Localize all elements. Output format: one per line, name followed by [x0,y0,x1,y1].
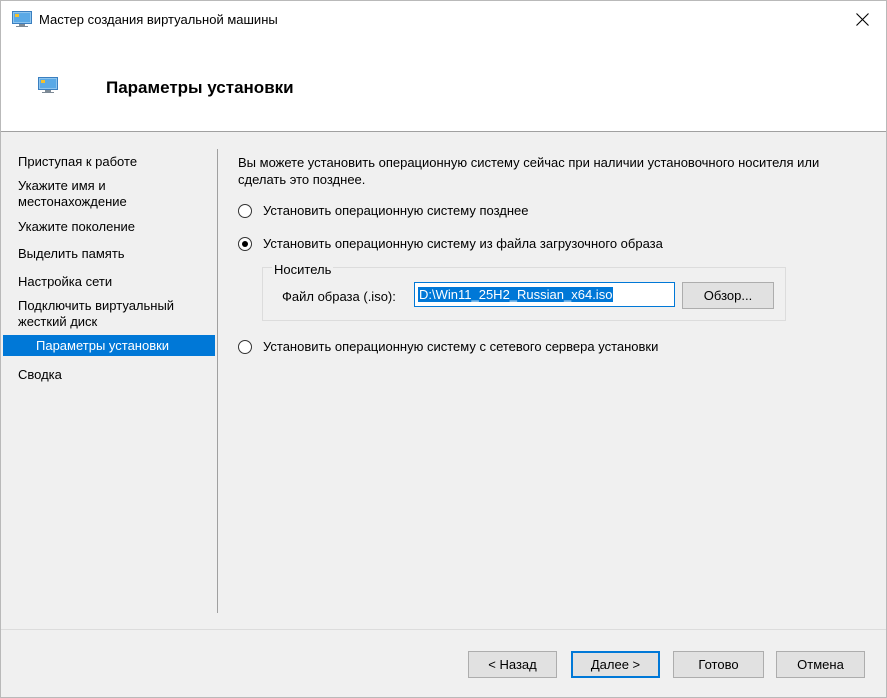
radio-button[interactable] [238,204,252,218]
cancel-button[interactable]: Отмена [776,651,865,678]
wizard-header: Параметры установки [1,39,886,131]
step-getting-started[interactable]: Приступая к работе [18,154,208,170]
step-summary[interactable]: Сводка [18,367,208,383]
intro-text: Вы можете установить операционную систем… [238,155,820,187]
close-button[interactable] [840,1,886,39]
option-label: Установить операционную систему из файла… [263,236,663,251]
step-virtual-disk[interactable]: Подключить виртуальный жесткий диск [18,298,208,330]
media-group-title: Носитель [272,262,334,277]
wizard-window: Мастер создания виртуальной машины Парам… [0,0,887,698]
step-name-location[interactable]: Укажите имя и местонахождение [18,178,208,210]
close-icon [856,13,869,26]
vm-monitor-icon [12,11,32,30]
step-generation[interactable]: Укажите поколение [18,219,208,235]
page-title: Параметры установки [106,78,294,97]
finish-button[interactable]: Готово [673,651,764,678]
radio-button[interactable] [238,237,252,251]
image-file-value: D:\Win11_25H2_Russian_x64.iso [418,287,614,302]
image-file-input[interactable]: D:\Win11_25H2_Russian_x64.iso [414,282,675,307]
step-label: Параметры установки [36,338,170,353]
vm-monitor-icon [38,77,58,96]
image-file-label: Файл образа (.iso): [282,289,396,304]
step-install-options[interactable]: Параметры установки [3,335,215,356]
title-bar: Мастер создания виртуальной машины [1,1,886,39]
option-label: Установить операционную систему позднее [263,203,529,218]
next-button[interactable]: Далее > [571,651,660,678]
option-label: Установить операционную систему с сетево… [263,339,659,354]
back-button[interactable]: < Назад [468,651,557,678]
browse-button[interactable]: Обзор... [682,282,774,309]
radio-selected-dot [242,241,248,247]
step-memory[interactable]: Выделить память [18,246,208,262]
window-title: Мастер создания виртуальной машины [39,12,278,27]
step-network[interactable]: Настройка сети [18,274,208,290]
radio-button[interactable] [238,340,252,354]
steps-divider [217,149,218,613]
